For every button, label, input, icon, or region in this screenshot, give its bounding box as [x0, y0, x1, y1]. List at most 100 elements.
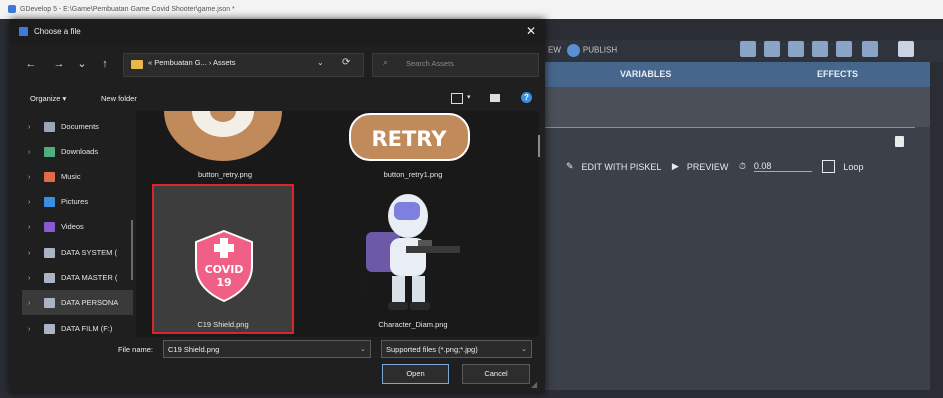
expand-chevron-icon[interactable]: ›: [28, 215, 38, 239]
timer-icon: ⏱: [738, 161, 746, 171]
expand-chevron-icon[interactable]: ›: [28, 266, 38, 290]
toolbar-icon-5[interactable]: [836, 41, 852, 57]
sidebar-scrollbar[interactable]: [131, 220, 133, 280]
shield-art-text-1: COVID: [205, 263, 244, 276]
sidebar-item[interactable]: › DATA PERSONA: [22, 290, 133, 315]
sidebar-item[interactable]: › Downloads: [28, 139, 133, 164]
open-button[interactable]: Open: [382, 364, 449, 384]
file-type-chevron-icon[interactable]: ⌄: [521, 345, 527, 353]
close-icon[interactable]: ✕: [523, 23, 539, 39]
resize-grip-icon[interactable]: ◢: [531, 380, 537, 389]
dialog-title-bar: Choose a file: [10, 19, 545, 45]
sidebar-item-label: DATA FILM (F:): [61, 324, 113, 333]
expand-chevron-icon[interactable]: ›: [28, 165, 38, 189]
sidebar-item-label: DATA PERSONA: [61, 298, 119, 307]
file-thumb-c19-shield[interactable]: COVID 19: [190, 228, 258, 304]
expand-chevron-icon[interactable]: ›: [28, 115, 38, 139]
file-type-value[interactable]: Supported files (*.png;*.jpg): [386, 345, 478, 354]
cancel-button[interactable]: Cancel: [462, 364, 530, 384]
folder-icon: [131, 60, 143, 69]
publish-prefix: EW: [548, 45, 561, 55]
trash-icon[interactable]: [895, 136, 904, 147]
file-name-value[interactable]: C19 Shield.png: [168, 345, 219, 354]
publish-label: PUBLISH: [582, 45, 618, 55]
toolbar-icon-4[interactable]: [812, 41, 828, 57]
loop-label: Loop: [843, 161, 864, 172]
dialog-title: Choose a file: [34, 27, 81, 36]
sidebar-item-label: DATA MASTER (: [61, 273, 118, 282]
app-icon: [19, 27, 28, 37]
sidebar-item-label: Documents: [61, 122, 99, 131]
preview-button[interactable]: PREVIEW: [687, 162, 729, 172]
documents-icon: [44, 122, 55, 133]
new-folder-button[interactable]: New folder: [101, 94, 137, 103]
preview-pane-icon[interactable]: [490, 94, 500, 102]
edit-with-piskel-button[interactable]: EDIT WITH PISKEL: [582, 162, 662, 172]
expand-chevron-icon[interactable]: ›: [28, 190, 38, 214]
sidebar-item-label: Music: [61, 172, 81, 181]
pencil-icon[interactable]: ✎: [566, 161, 574, 171]
up-arrow-icon[interactable]: ↑: [98, 57, 112, 71]
panel-header: [545, 87, 930, 127]
play-icon[interactable]: ▶: [672, 161, 679, 171]
file-thumb-button-retry1[interactable]: RETRY: [348, 112, 473, 162]
search-icon: ⌕: [383, 57, 389, 67]
videos-icon: [44, 222, 55, 233]
search-input[interactable]: [372, 53, 539, 77]
publish-button[interactable]: EW PUBLISH: [548, 44, 617, 57]
tab-variables[interactable]: VARIABLES: [620, 69, 671, 79]
shield-art-text-2: 19: [216, 276, 231, 289]
sidebar-item[interactable]: › Documents: [28, 114, 133, 139]
divider: [545, 127, 915, 128]
file-label[interactable]: button_retry.png: [155, 170, 295, 179]
back-arrow-icon[interactable]: ←: [24, 57, 38, 71]
file-name-label: File name:: [118, 345, 154, 354]
view-chevron-icon[interactable]: ▾: [467, 93, 471, 101]
refresh-icon[interactable]: ⟳: [342, 57, 350, 68]
toolbar-icon-6[interactable]: [862, 41, 878, 57]
drive-icon: [44, 324, 55, 335]
character-image: [360, 194, 460, 310]
sidebar-item-label: Downloads: [61, 147, 99, 156]
toolbar-icon-3[interactable]: [788, 41, 804, 57]
sidebar-item[interactable]: › Pictures: [28, 189, 133, 214]
sidebar-item-label: Videos: [61, 222, 84, 231]
toolbar-icon-1[interactable]: [740, 41, 756, 57]
globe-icon: [566, 44, 580, 57]
help-icon[interactable]: ?: [521, 92, 532, 103]
undo-icon[interactable]: [898, 41, 914, 57]
expand-chevron-icon[interactable]: ›: [28, 241, 38, 265]
sidebar-item[interactable]: › DATA SYSTEM (: [28, 240, 133, 265]
drive-icon: [44, 248, 55, 259]
sidebar-item[interactable]: › Videos: [28, 214, 133, 239]
address-history-chevron-icon[interactable]: ⌄: [317, 58, 324, 67]
file-thumb-character-diam[interactable]: [358, 188, 468, 316]
loop-checkbox[interactable]: [822, 160, 836, 173]
expand-chevron-icon[interactable]: ›: [28, 291, 38, 315]
pictures-icon: [44, 197, 55, 208]
file-label[interactable]: Character_Diam.png: [343, 320, 483, 329]
window-edge: [930, 62, 943, 390]
file-thumb-button-retry[interactable]: [158, 111, 288, 166]
forward-arrow-icon[interactable]: →: [52, 57, 66, 71]
animation-controls: ✎ EDIT WITH PISKEL ▶ PREVIEW ⏱ 0.08 Loop: [566, 160, 871, 173]
breadcrumb[interactable]: « Pembuatan G... › Assets: [148, 58, 236, 67]
view-options-icon[interactable]: [451, 93, 463, 104]
object-editor-tabs: VARIABLES EFFECTS: [545, 62, 930, 87]
organize-menu[interactable]: Organize ▾: [30, 94, 66, 103]
sidebar-item[interactable]: › Music: [28, 164, 133, 189]
file-list-scrollbar[interactable]: [538, 135, 540, 157]
app-title: GDevelop 5 - E:\Game\Pembuatan Game Covi…: [20, 6, 235, 13]
sidebar-item[interactable]: › DATA MASTER (: [28, 265, 133, 290]
expand-chevron-icon[interactable]: ›: [28, 140, 38, 164]
file-label[interactable]: C19 Shield.png: [153, 320, 293, 329]
file-name-chevron-icon[interactable]: ⌄: [360, 345, 366, 353]
drive-icon: [44, 298, 55, 309]
recent-chevron-icon[interactable]: ⌄: [75, 57, 89, 71]
toolbar-icon-2[interactable]: [764, 41, 780, 57]
sidebar-item-label: DATA SYSTEM (: [61, 248, 117, 257]
tab-effects[interactable]: EFFECTS: [817, 69, 858, 79]
retry-circle-image: [164, 111, 282, 161]
frame-duration-input[interactable]: 0.08: [753, 161, 812, 172]
file-label[interactable]: button_retry1.png: [343, 170, 483, 179]
